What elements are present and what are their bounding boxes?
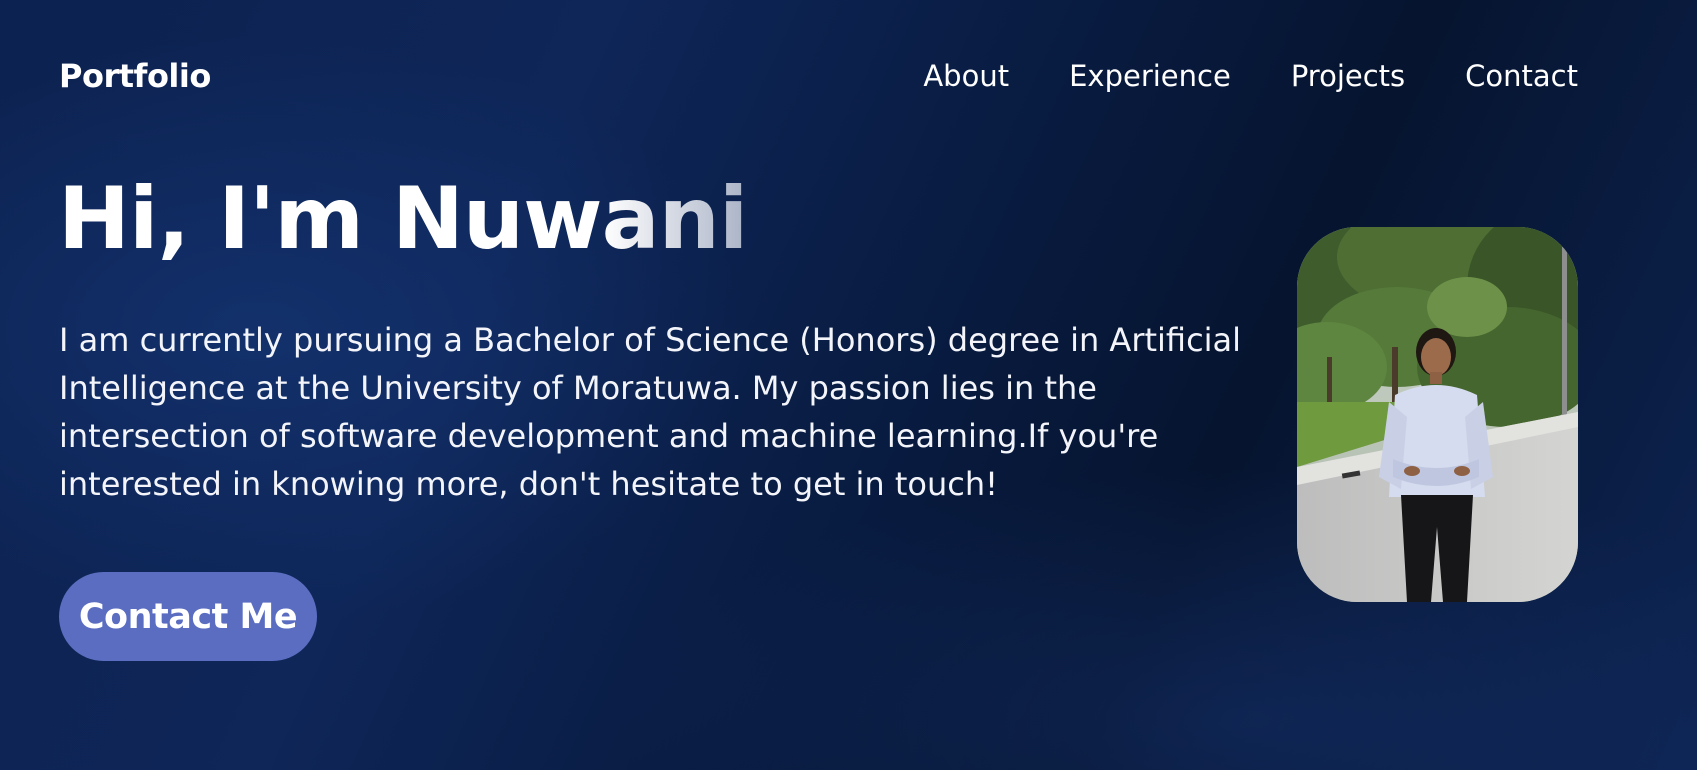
hero-description: I am currently pursuing a Bachelor of Sc… bbox=[59, 321, 1242, 503]
profile-photo bbox=[1297, 227, 1578, 602]
nav-link-contact[interactable]: Contact bbox=[1465, 59, 1578, 93]
nav-link-about[interactable]: About bbox=[923, 59, 1009, 93]
nav-links: About Experience Projects Contact bbox=[923, 59, 1578, 93]
hero-title-main: Hi, I'm Nuw bbox=[58, 169, 603, 269]
hero-title-fade: ani bbox=[601, 169, 749, 269]
hero-title: Hi, I'm Nuwani bbox=[58, 169, 749, 269]
brand-logo[interactable]: Portfolio bbox=[59, 57, 211, 95]
nav-link-projects[interactable]: Projects bbox=[1291, 59, 1405, 93]
contact-me-button[interactable]: Contact Me bbox=[59, 572, 317, 661]
navbar: Portfolio About Experience Projects Cont… bbox=[59, 48, 1578, 104]
portfolio-page: Portfolio About Experience Projects Cont… bbox=[0, 0, 1697, 770]
nav-link-experience[interactable]: Experience bbox=[1069, 59, 1231, 93]
